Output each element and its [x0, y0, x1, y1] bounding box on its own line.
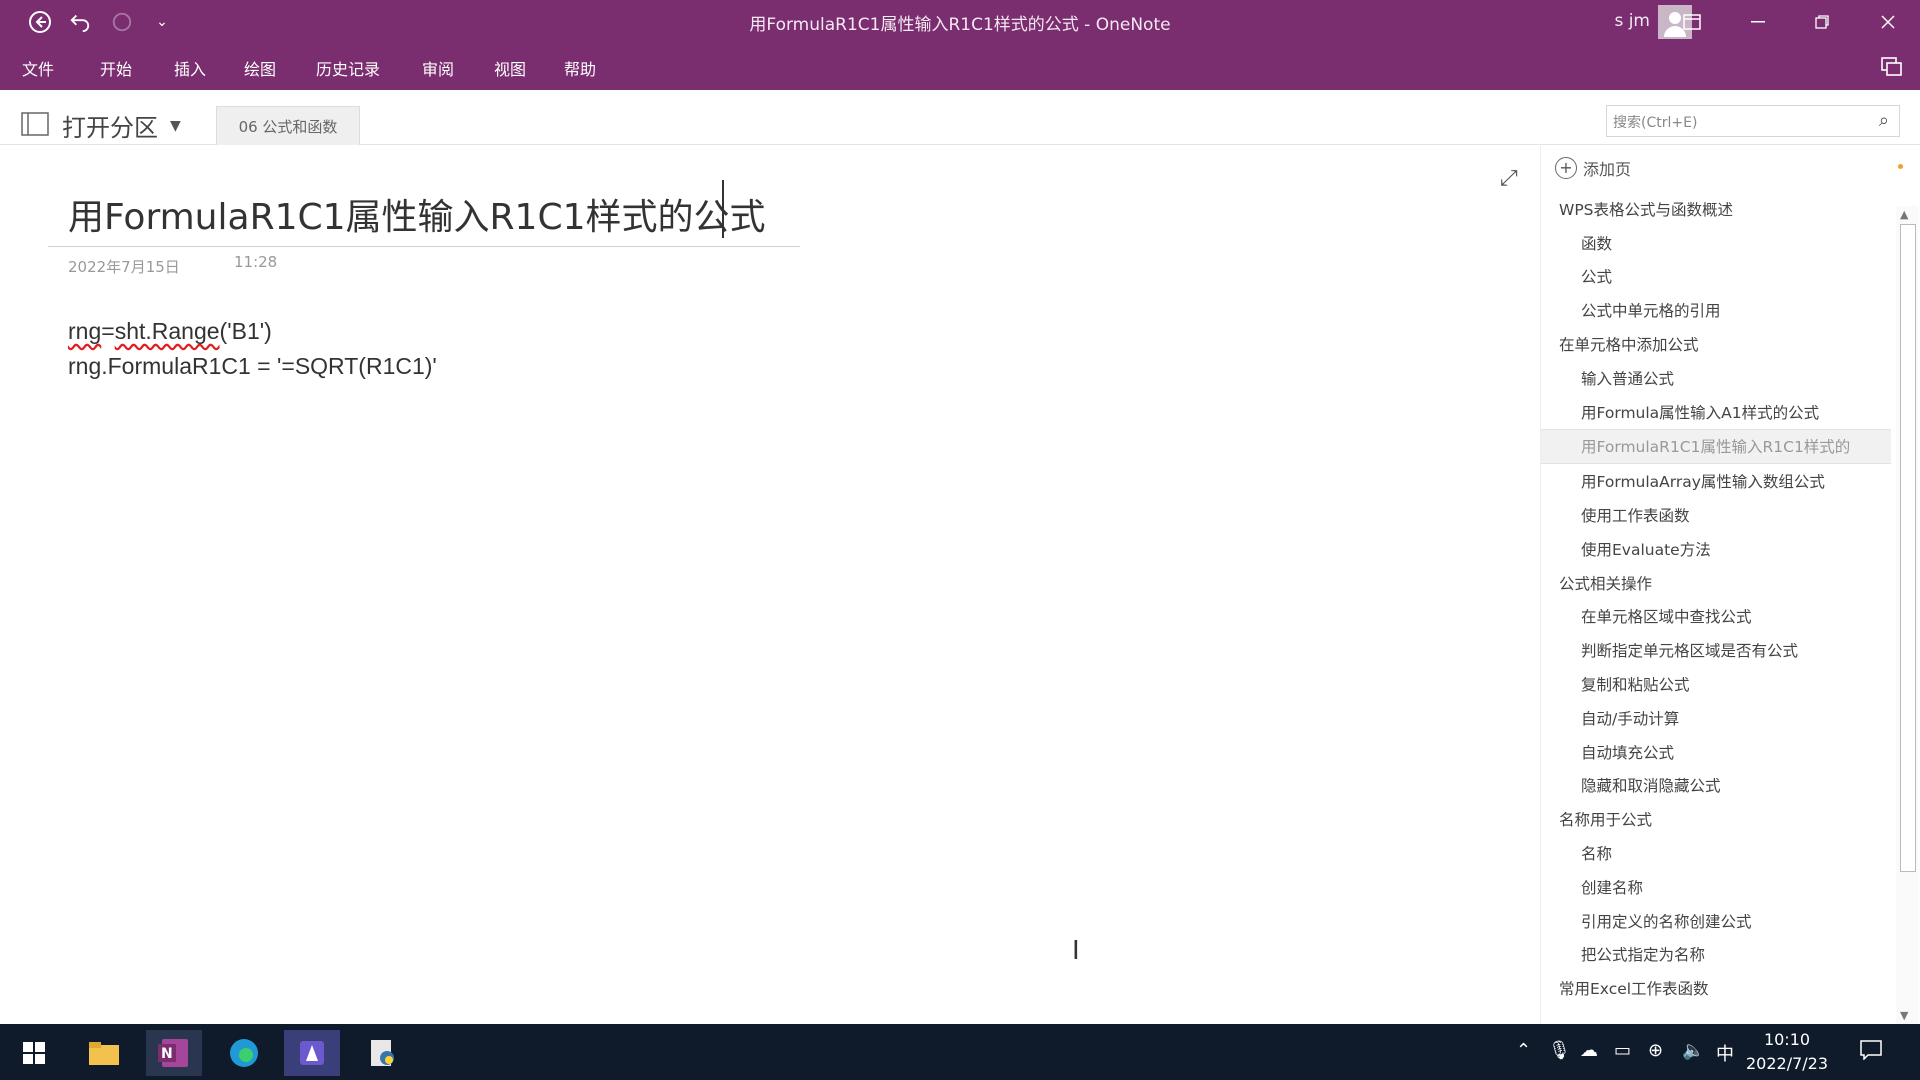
page-time: 11:28 — [234, 253, 278, 271]
redo-icon[interactable] — [106, 6, 138, 38]
search-icon[interactable]: ⌕ — [1879, 110, 1889, 131]
tab-file[interactable]: 文件 — [22, 56, 54, 80]
chevron-down-icon: ▼ — [170, 117, 181, 134]
page-list-item[interactable]: 名称用于公式 — [1541, 802, 1891, 836]
title-divider — [48, 246, 800, 247]
page-list-pane: + 添加页 WPS表格公式与函数概述 函数 公式 公式中单元格的引用 在单元格中添加公式… — [1540, 146, 1920, 1024]
code-token: = — [101, 318, 115, 344]
tab-history[interactable]: 历史记录 — [316, 56, 380, 80]
page-list-item[interactable]: 引用定义的名称创建公式 — [1541, 904, 1891, 938]
minimize-icon[interactable] — [1726, 0, 1790, 44]
python-idle-icon[interactable] — [354, 1030, 410, 1076]
page-list-item[interactable]: 把公式指定为名称 — [1541, 938, 1891, 972]
notebook-icon — [20, 111, 50, 141]
page-list-item[interactable]: 用FormulaR1C1属性输入R1C1样式的 — [1541, 428, 1891, 465]
page-list-item[interactable]: 使用Evaluate方法 — [1541, 532, 1891, 566]
page-list-item[interactable]: 自动/手动计算 — [1541, 701, 1891, 735]
battery-icon[interactable]: ▭ — [1614, 1040, 1631, 1061]
page-list-item[interactable]: 使用工作表函数 — [1541, 498, 1891, 532]
svg-text:N: N — [161, 1046, 173, 1062]
onenote-app-icon[interactable]: N — [146, 1030, 202, 1076]
add-page-button[interactable]: + 添加页 — [1555, 156, 1631, 180]
clock-time: 10:10 — [1763, 1030, 1811, 1049]
tab-help[interactable]: 帮助 — [564, 56, 596, 80]
ribbon-tabs: 文件 开始 插入 绘图 历史记录 审阅 视图 帮助 — [0, 44, 1920, 90]
page-list-scrollbar[interactable]: ▲ ▼ — [1896, 206, 1918, 1024]
tab-review[interactable]: 审阅 — [422, 56, 454, 80]
page-list-item[interactable]: 公式相关操作 — [1541, 566, 1891, 600]
close-icon[interactable] — [1856, 0, 1920, 44]
scroll-thumb[interactable] — [1900, 224, 1916, 872]
microphone-icon[interactable]: 🎙 — [1548, 1040, 1571, 1061]
open-section-label: 打开分区 — [62, 114, 158, 142]
plus-icon: + — [1555, 157, 1577, 179]
cloud-icon[interactable]: ☁ — [1580, 1040, 1598, 1061]
page-list-item[interactable]: 在单元格区域中查找公式 — [1541, 600, 1891, 634]
undo-icon[interactable] — [64, 6, 96, 38]
page-list-item[interactable]: 创建名称 — [1541, 870, 1891, 904]
page-list-item[interactable]: 用FormulaArray属性输入数组公式 — [1541, 464, 1891, 498]
tab-home[interactable]: 开始 — [100, 56, 132, 80]
customize-quick-access-icon[interactable]: ⌄ — [146, 6, 178, 38]
page-list-item[interactable]: WPS表格公式与函数概述 — [1541, 192, 1891, 226]
page-list-item[interactable]: 在单元格中添加公式 — [1541, 327, 1891, 361]
user-name[interactable]: s jm — [1614, 11, 1650, 31]
app-icon[interactable] — [284, 1030, 340, 1076]
clock[interactable]: 10:10 2022/7/23 — [1732, 1028, 1842, 1076]
ribbon-display-options-icon[interactable] — [1660, 0, 1724, 44]
page-list-item[interactable]: 复制和粘贴公式 — [1541, 667, 1891, 701]
search-input[interactable]: 搜索(Ctrl+E) ⌕ — [1606, 105, 1900, 137]
page-title[interactable]: 用FormulaR1C1属性输入R1C1样式的公式 — [68, 188, 765, 240]
page-list-item[interactable]: 公式中单元格的引用 — [1541, 293, 1891, 327]
windows-start-icon[interactable] — [6, 1030, 62, 1076]
code-token: ('B1') — [219, 318, 272, 344]
page-list-item[interactable]: 公式 — [1541, 260, 1891, 294]
page-list: WPS表格公式与函数概述 函数 公式 公式中单元格的引用 在单元格中添加公式 输入普通公式… — [1541, 192, 1891, 1005]
add-page-label: 添加页 — [1583, 160, 1632, 179]
back-icon[interactable] — [24, 6, 56, 38]
network-icon[interactable]: ⊕ — [1648, 1040, 1663, 1061]
notification-icon[interactable] — [1860, 1040, 1882, 1065]
page-list-item[interactable]: 函数 — [1541, 226, 1891, 260]
clock-date: 2022/7/23 — [1745, 1054, 1829, 1073]
section-bar: 打开分区 ▼ 06 公式和函数 搜索(Ctrl+E) ⌕ — [0, 90, 1920, 145]
show-hidden-icons-icon[interactable]: ⌃ — [1516, 1040, 1531, 1061]
text-cursor-icon: I — [1072, 936, 1080, 966]
open-section-button[interactable]: 打开分区 ▼ — [20, 108, 181, 143]
page-list-item[interactable]: 常用Excel工作表函数 — [1541, 971, 1891, 1005]
section-tab[interactable]: 06 公式和函数 — [216, 106, 360, 145]
search-placeholder: 搜索(Ctrl+E) — [1613, 115, 1698, 131]
tab-draw[interactable]: 绘图 — [244, 56, 276, 80]
notification-dot — [1898, 164, 1903, 169]
share-icon[interactable] — [1880, 54, 1904, 82]
code-token: sht.Range — [114, 318, 220, 344]
page-list-item[interactable]: 自动填充公式 — [1541, 735, 1891, 769]
tab-insert[interactable]: 插入 — [174, 56, 206, 80]
volume-icon[interactable]: 🔈 — [1682, 1040, 1704, 1061]
page-list-item[interactable]: 名称 — [1541, 836, 1891, 870]
tab-view[interactable]: 视图 — [494, 56, 526, 80]
taskbar: N ⌃ 🎙 ☁ ▭ ⊕ 🔈 中 10:10 2022/7/23 — [0, 1024, 1920, 1080]
code-line[interactable]: rng.FormulaR1C1 = '=SQRT(R1C1)' — [68, 353, 437, 380]
code-token: rng — [68, 318, 102, 344]
code-line[interactable]: rng=sht.Range('B1') — [68, 318, 272, 345]
title-bar: ⌄ 用FormulaR1C1属性输入R1C1样式的公式 - OneNote s … — [0, 0, 1920, 44]
edge-browser-icon[interactable] — [216, 1030, 272, 1076]
file-explorer-icon[interactable] — [76, 1030, 132, 1076]
page-list-item[interactable]: 判断指定单元格区域是否有公式 — [1541, 633, 1891, 667]
page-date: 2022年7月15日 — [68, 258, 180, 276]
expand-icon[interactable]: ⤢ — [1500, 166, 1518, 191]
scroll-down-icon[interactable]: ▼ — [1900, 1009, 1908, 1022]
page-list-item[interactable]: 用Formula属性输入A1样式的公式 — [1541, 395, 1891, 429]
page-list-item[interactable]: 输入普通公式 — [1541, 361, 1891, 395]
text-caret — [722, 180, 724, 238]
restore-icon[interactable] — [1790, 0, 1854, 44]
page-list-item[interactable]: 隐藏和取消隐藏公式 — [1541, 769, 1891, 803]
scroll-up-icon[interactable]: ▲ — [1900, 208, 1908, 221]
